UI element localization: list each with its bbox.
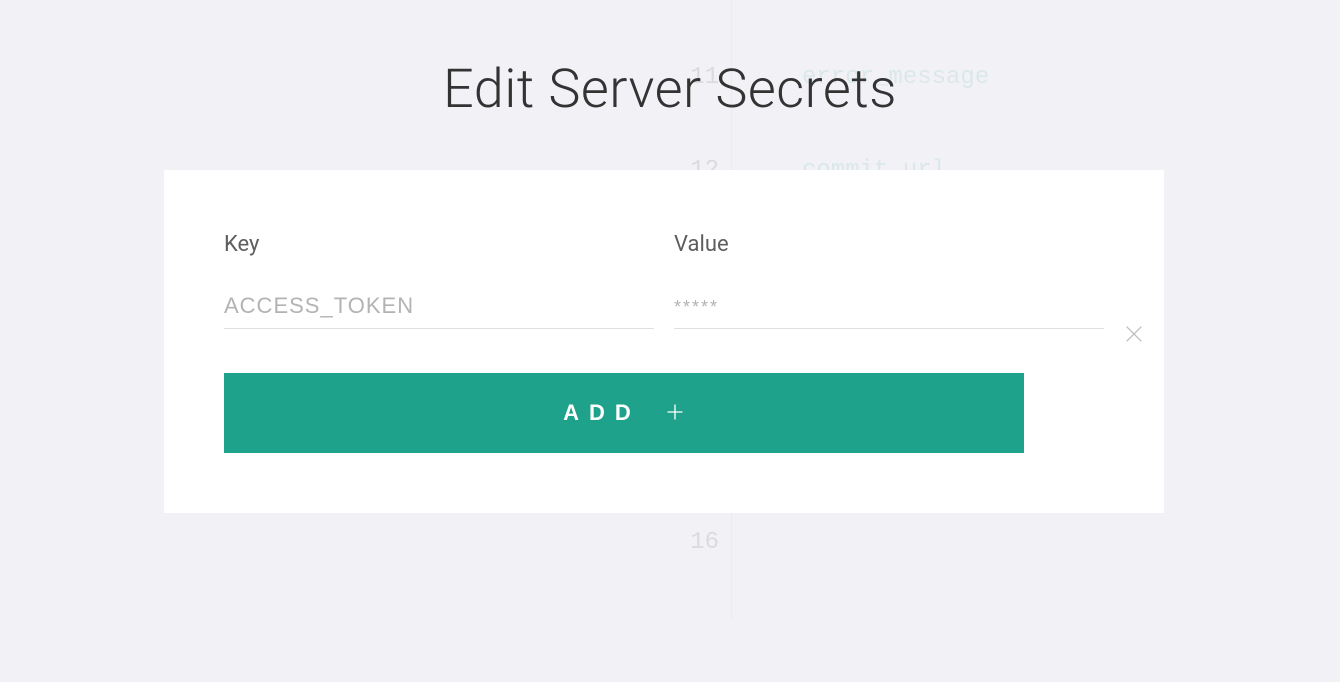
plus-icon	[665, 402, 685, 425]
add-button-label: ADD	[563, 400, 641, 426]
page-title: Edit Server Secrets	[0, 58, 1340, 121]
value-input[interactable]	[674, 284, 1104, 328]
value-field-row	[674, 283, 1104, 329]
key-column: Key	[224, 232, 654, 329]
clear-row-button[interactable]	[1120, 322, 1148, 350]
secrets-card: Key Value ADD	[164, 170, 1164, 513]
form-row: Key Value	[224, 232, 1104, 329]
value-column: Value	[674, 232, 1104, 329]
key-input[interactable]	[224, 284, 654, 328]
key-field-row	[224, 283, 654, 329]
close-icon	[1123, 323, 1145, 349]
value-label: Value	[674, 232, 1104, 257]
add-button[interactable]: ADD	[224, 373, 1024, 453]
key-label: Key	[224, 232, 654, 257]
modal: Edit Server Secrets Key Value	[0, 0, 1340, 682]
